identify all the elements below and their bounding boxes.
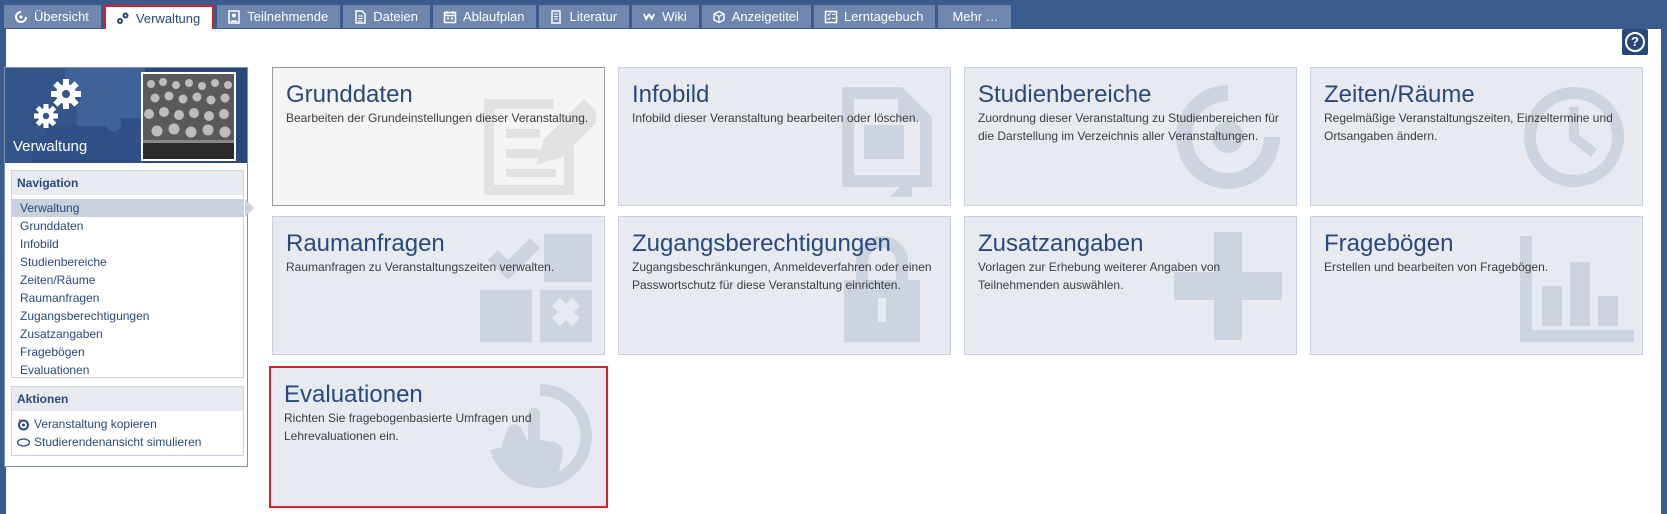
- copy-seminar-action[interactable]: Veranstaltung kopieren: [12, 415, 243, 433]
- tile-title: Zugangsberechtigungen: [632, 230, 891, 257]
- edit-icon: [484, 99, 596, 195]
- tab-label: Lerntagebuch: [843, 9, 924, 24]
- tile-grunddaten[interactable]: Grunddaten Bearbeiten der Grundeinstellu…: [272, 67, 605, 206]
- tab-literatur[interactable]: Literatur: [539, 5, 630, 28]
- file-pic-icon: [842, 87, 932, 197]
- tile-title: Fragebögen: [1324, 230, 1454, 257]
- gears-icon: [116, 12, 129, 24]
- tile-zugangsberechtigungen[interactable]: Zugangsberechtigungen Zugangsbeschränkun…: [618, 216, 951, 355]
- tile-frageboegen[interactable]: Fragebögen Erstellen und bearbeiten von …: [1310, 216, 1643, 355]
- wiki-icon: [643, 12, 656, 21]
- tab-label: Teilnehmende: [247, 9, 329, 24]
- bar-chart-icon: [1520, 236, 1634, 342]
- tab-label: Mehr …: [952, 9, 999, 24]
- navigation-list: Verwaltung Grunddaten Infobild Studienbe…: [12, 195, 254, 379]
- tab-teilnehmende[interactable]: Teilnehmende: [217, 5, 341, 28]
- tile-title: Raumanfragen: [286, 230, 445, 257]
- tile-evaluationen[interactable]: Evaluationen Richten Sie fragebogenbasie…: [269, 366, 608, 508]
- tile-infobild[interactable]: Infobild Infobild dieser Veranstaltung b…: [618, 67, 951, 206]
- tile-description: Zugangsbeschränkungen, Anmeldeverfahren …: [632, 260, 932, 292]
- board-icon: [713, 10, 725, 23]
- navigation-header: Navigation: [12, 171, 243, 195]
- nav-item-raumanfragen[interactable]: Raumanfragen: [12, 289, 243, 307]
- literature-icon: [551, 9, 562, 24]
- tab-anzeigetitel[interactable]: Anzeigetitel: [701, 5, 811, 28]
- tile-zusatzangaben[interactable]: Zusatzangaben Vorlagen zur Erhebung weit…: [964, 216, 1297, 355]
- tab-label: Ablaufplan: [463, 9, 525, 24]
- tile-description: Raumanfragen zu Veranstaltungszeiten ver…: [286, 260, 555, 274]
- tab-label: Übersicht: [34, 9, 89, 24]
- nav-item-frageboegen[interactable]: Fragebögen: [12, 343, 243, 361]
- schedule-icon: [443, 10, 457, 23]
- tab-ablaufplan[interactable]: Ablaufplan: [433, 5, 537, 28]
- course-tabs: Übersicht Verwaltung Teilnehmende Dateie…: [4, 5, 1011, 29]
- tab-dateien[interactable]: Dateien: [343, 5, 431, 28]
- tab-label: Literatur: [569, 9, 618, 24]
- tile-title: Zusatzangaben: [978, 230, 1144, 257]
- tab-label: Anzeigetitel: [731, 9, 799, 24]
- tab-label: Dateien: [373, 9, 419, 24]
- course-image: [141, 72, 236, 161]
- tab-lerntagebuch[interactable]: Lerntagebuch: [813, 5, 936, 28]
- sidebar-title: Verwaltung: [13, 138, 88, 155]
- nav-item-evaluationen[interactable]: Evaluationen: [12, 361, 243, 379]
- diary-icon: [824, 10, 838, 23]
- tab-wiki[interactable]: Wiki: [632, 5, 699, 28]
- visibility-icon: [17, 437, 30, 447]
- tab-mehr[interactable]: Mehr …: [938, 5, 1011, 28]
- tile-description: Infobild dieser Veranstaltung bearbeiten…: [632, 111, 919, 125]
- action-label: Veranstaltung kopieren: [34, 417, 157, 431]
- gears-icon: [34, 79, 81, 128]
- tile-description: Bearbeiten der Grundeinstellungen dieser…: [286, 111, 589, 125]
- tile-title: Zeiten/Räume: [1324, 81, 1475, 108]
- tile-description: Vorlagen zur Erhebung weiterer Angaben v…: [978, 260, 1221, 292]
- tab-label: Wiki: [662, 9, 687, 24]
- nav-item-studienbereiche[interactable]: Studienbereiche: [12, 253, 243, 271]
- nav-item-verwaltung[interactable]: Verwaltung: [12, 199, 254, 217]
- tab-uebersicht[interactable]: Übersicht: [4, 5, 101, 28]
- tile-title: Studienbereiche: [978, 81, 1152, 108]
- tab-verwaltung[interactable]: Verwaltung: [103, 5, 215, 29]
- tile-title: Infobild: [632, 81, 710, 108]
- help-button[interactable]: ?: [1622, 29, 1648, 55]
- tile-title: Evaluationen: [284, 381, 423, 408]
- actions-header: Aktionen: [12, 387, 243, 411]
- tile-zeiten-raeume[interactable]: Zeiten/Räume Regelmäßige Veranstaltungsz…: [1310, 67, 1643, 206]
- action-label: Studierendenansicht simulieren: [34, 435, 202, 449]
- tile-studienbereiche[interactable]: Studienbereiche Zuordnung dieser Veranst…: [964, 67, 1297, 206]
- nav-item-zusatzangaben[interactable]: Zusatzangaben: [12, 325, 243, 343]
- nav-item-infobild[interactable]: Infobild: [12, 235, 243, 253]
- nav-item-grunddaten[interactable]: Grunddaten: [12, 217, 243, 235]
- tile-title: Grunddaten: [286, 81, 413, 108]
- nav-item-zeiten-raeume[interactable]: Zeiten/Räume: [12, 271, 243, 289]
- tab-label: Verwaltung: [135, 10, 201, 26]
- files-icon: [355, 9, 366, 24]
- simulate-student-view-action[interactable]: Studierendenansicht simulieren: [12, 433, 243, 451]
- copy-seminar-icon: [18, 418, 29, 430]
- nav-item-zugangsberechtigungen[interactable]: Zugangsberechtigungen: [12, 307, 243, 325]
- navigation-box: Navigation Verwaltung Grunddaten Infobil…: [11, 170, 254, 379]
- room-request-icon: [480, 234, 592, 342]
- persons-icon: [228, 9, 240, 24]
- help-icon: ?: [1625, 32, 1645, 52]
- sidebar-header: Verwaltung: [5, 68, 247, 163]
- tile-description: Regelmäßige Veranstaltungszeiten, Einzel…: [1324, 111, 1613, 143]
- overview-icon: [15, 10, 27, 23]
- sidebar: Verwaltung Navigation Verwaltung Grundda…: [4, 67, 254, 467]
- tile-description: Zuordnung dieser Veranstaltung zu Studie…: [978, 111, 1279, 143]
- tile-raumanfragen[interactable]: Raumanfragen Raumanfragen zu Veranstaltu…: [272, 216, 605, 355]
- tile-description: Erstellen und bearbeiten von Fragebögen.: [1324, 260, 1549, 274]
- tile-description: Richten Sie fragebogenbasierte Umfragen …: [284, 411, 532, 443]
- actions-box: Aktionen Veranstaltung kopieren Studiere…: [11, 386, 244, 456]
